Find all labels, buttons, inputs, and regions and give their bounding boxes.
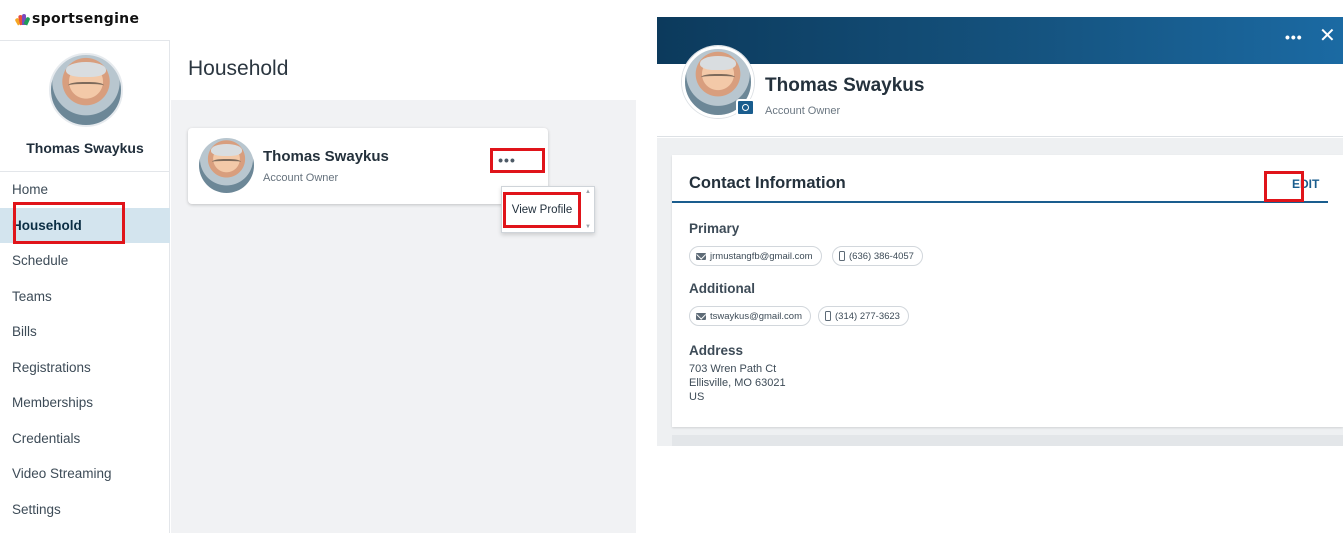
- banner-more-button[interactable]: •••: [1285, 29, 1303, 45]
- profile-name: Thomas Swaykus: [765, 75, 925, 96]
- phone-icon: [825, 311, 831, 321]
- sidebar-item-memberships[interactable]: Memberships: [0, 385, 170, 421]
- sidebar-item-settings[interactable]: Settings: [0, 492, 170, 528]
- household-content: Thomas Swaykus Account Owner ••• View Pr…: [171, 100, 636, 533]
- sidebar-item-video-streaming[interactable]: Video Streaming: [0, 456, 170, 492]
- household-screen: sportsengine Thomas Swaykus Home Househo…: [0, 0, 636, 533]
- address-line-3: US: [689, 391, 705, 403]
- menu-scrollbar[interactable]: ▲ ▼: [583, 187, 594, 232]
- brand-name: sportsengine: [32, 11, 140, 27]
- sidebar-divider: [0, 40, 170, 41]
- profile-banner: ••• ✕: [657, 17, 1343, 64]
- peacock-logo-icon: [14, 13, 31, 26]
- member-avatar: [199, 138, 254, 193]
- member-role: Account Owner: [263, 172, 339, 184]
- member-name: Thomas Swaykus: [263, 148, 389, 165]
- sidebar: Thomas Swaykus Home Household Schedule T…: [0, 40, 170, 533]
- member-options-menu: View Profile ▲ ▼: [501, 186, 595, 233]
- sidebar-item-teams[interactable]: Teams: [0, 279, 170, 315]
- scroll-down-icon[interactable]: ▼: [585, 224, 591, 230]
- primary-email: jrmustangfb@gmail.com: [710, 250, 813, 262]
- card-title-divider: [672, 201, 1328, 203]
- additional-label: Additional: [689, 281, 755, 296]
- address-label: Address: [689, 343, 744, 358]
- mail-icon: [696, 252, 706, 260]
- primary-label: Primary: [689, 221, 740, 236]
- sidebar-item-schedule[interactable]: Schedule: [0, 243, 170, 279]
- additional-phone: (314) 277-3623: [835, 310, 900, 322]
- phone-icon: [839, 251, 845, 261]
- sidebar-item-home[interactable]: Home: [0, 172, 170, 208]
- additional-email-chip[interactable]: tswaykus@gmail.com: [689, 306, 811, 326]
- profile-screen: ••• ✕ Thomas Swaykus Account Owner Conta…: [657, 0, 1343, 533]
- edit-contact-button[interactable]: EDIT: [1292, 177, 1319, 191]
- sidebar-nav: Home Household Schedule Teams Bills Regi…: [0, 171, 170, 527]
- sportsengine-logo[interactable]: sportsengine: [14, 9, 140, 29]
- sidebar-item-credentials[interactable]: Credentials: [0, 421, 170, 457]
- primary-email-chip[interactable]: jrmustangfb@gmail.com: [689, 246, 822, 266]
- sidebar-item-registrations[interactable]: Registrations: [0, 350, 170, 386]
- sidebar-user-name: Thomas Swaykus: [26, 140, 144, 156]
- address-line-1: 703 Wren Path Ct: [689, 363, 777, 375]
- address-line-2: Ellisville, MO 63021: [689, 377, 786, 389]
- scroll-up-icon[interactable]: ▲: [585, 189, 591, 195]
- additional-phone-chip[interactable]: (314) 277-3623: [818, 306, 909, 326]
- sidebar-item-household[interactable]: Household: [0, 207, 170, 243]
- sidebar-avatar[interactable]: [49, 53, 123, 127]
- page-header: Household: [171, 40, 636, 100]
- view-profile-menu-item[interactable]: View Profile: [502, 197, 582, 223]
- close-icon[interactable]: ✕: [1319, 26, 1336, 46]
- sidebar-item-bills[interactable]: Bills: [0, 314, 170, 350]
- mail-icon: [696, 312, 706, 320]
- profile-header: [657, 64, 1343, 137]
- contact-card-title: Contact Information: [689, 174, 846, 192]
- additional-email: tswaykus@gmail.com: [710, 310, 802, 322]
- next-card-edge: [672, 435, 1343, 446]
- primary-phone: (636) 386-4057: [849, 250, 914, 262]
- profile-role: Account Owner: [765, 105, 841, 117]
- camera-icon[interactable]: [736, 99, 755, 116]
- household-member-card[interactable]: Thomas Swaykus Account Owner •••: [188, 128, 548, 204]
- page-title: Household: [188, 57, 289, 80]
- more-options-button[interactable]: •••: [492, 150, 522, 170]
- primary-phone-chip[interactable]: (636) 386-4057: [832, 246, 923, 266]
- contact-information-card: Contact Information EDIT Primary jrmusta…: [672, 155, 1343, 427]
